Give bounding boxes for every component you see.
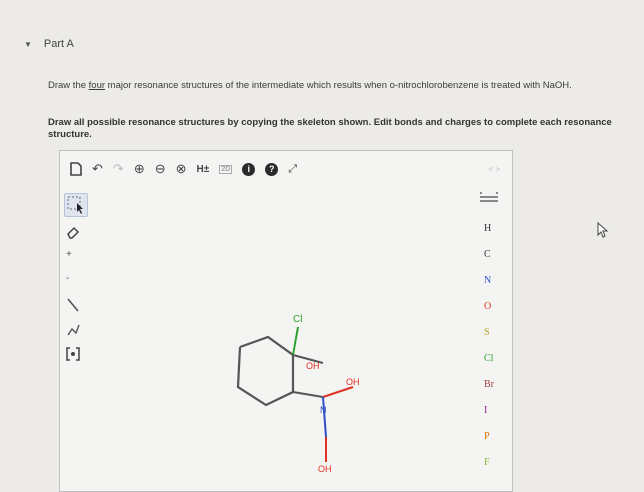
negative-charge-tool[interactable]: -	[66, 273, 69, 284]
element-Cl[interactable]: Cl	[484, 353, 493, 364]
zoom-in-icon[interactable]: ⊕	[134, 161, 145, 177]
nitrogen-label[interactable]: N	[320, 405, 327, 415]
instruction-emphasis: four	[88, 80, 106, 91]
element-H[interactable]: H	[484, 223, 491, 234]
element-C[interactable]: C	[484, 249, 491, 260]
element-P[interactable]: P	[484, 431, 490, 442]
substituent-bonds[interactable]	[292, 326, 354, 462]
instruction-text-1: Draw the four major resonance structures…	[48, 80, 638, 92]
hydroxyl-label-3[interactable]: OH	[318, 464, 332, 474]
bracket-tool[interactable]	[66, 347, 80, 364]
left-toolbar: + -	[60, 187, 88, 487]
periodic-table-icon[interactable]	[480, 191, 498, 209]
editor-toolbar: ↶ ↷ ⊕ ⊖ ⊗ H± 2D i ? ⤢ < >	[60, 151, 512, 187]
positive-charge-tool[interactable]: +	[66, 249, 72, 260]
element-O[interactable]: O	[484, 301, 491, 312]
redo-icon[interactable]: ↷	[113, 161, 124, 177]
chlorine-label[interactable]: Cl	[293, 314, 302, 325]
triangle-down-icon[interactable]: ▼	[24, 40, 32, 49]
drawing-canvas[interactable]: Cl OH N OH OH	[88, 187, 468, 487]
2d-clean-icon[interactable]: 2D	[219, 164, 233, 174]
help-icon[interactable]: ?	[265, 162, 279, 176]
single-bond-tool[interactable]	[66, 297, 80, 316]
element-F[interactable]: F	[484, 457, 490, 468]
fullscreen-icon[interactable]: ⤢	[288, 163, 297, 176]
hydroxyl-label-2[interactable]: OH	[346, 377, 360, 387]
element-N[interactable]: N	[484, 275, 491, 286]
element-S[interactable]: S	[484, 327, 490, 338]
benzene-ring[interactable]	[236, 335, 295, 407]
mouse-cursor-icon	[597, 221, 609, 241]
new-document-icon[interactable]	[70, 162, 82, 176]
hydroxyl-label-1[interactable]: OH	[306, 361, 320, 371]
undo-icon[interactable]: ↶	[92, 161, 103, 177]
instruction-text-post: major resonance structures of the interm…	[105, 80, 572, 91]
chain-tool[interactable]	[66, 321, 80, 340]
element-palette: H C N O S Cl Br I P F	[470, 187, 510, 487]
instruction-text-2: Draw all possible resonance structures b…	[48, 117, 612, 140]
expand-toolbar-icon[interactable]: < >	[488, 165, 500, 174]
info-icon[interactable]: i	[242, 162, 256, 176]
select-tool[interactable]	[64, 193, 88, 217]
element-I[interactable]: I	[484, 405, 487, 416]
part-title: Part A	[43, 38, 74, 50]
element-Br[interactable]: Br	[484, 379, 494, 390]
zoom-out-icon[interactable]: ⊖	[155, 161, 166, 177]
structure-editor[interactable]: ↶ ↷ ⊕ ⊖ ⊗ H± 2D i ? ⤢ < > + - Cl OH N OH…	[59, 150, 513, 492]
eraser-tool[interactable]	[66, 225, 80, 242]
zoom-reset-icon[interactable]: ⊗	[176, 161, 187, 177]
part-header[interactable]: ▼ Part A	[24, 38, 74, 50]
explicit-hydrogens-icon[interactable]: H±	[197, 164, 210, 175]
instruction-text-pre: Draw the	[48, 80, 89, 91]
